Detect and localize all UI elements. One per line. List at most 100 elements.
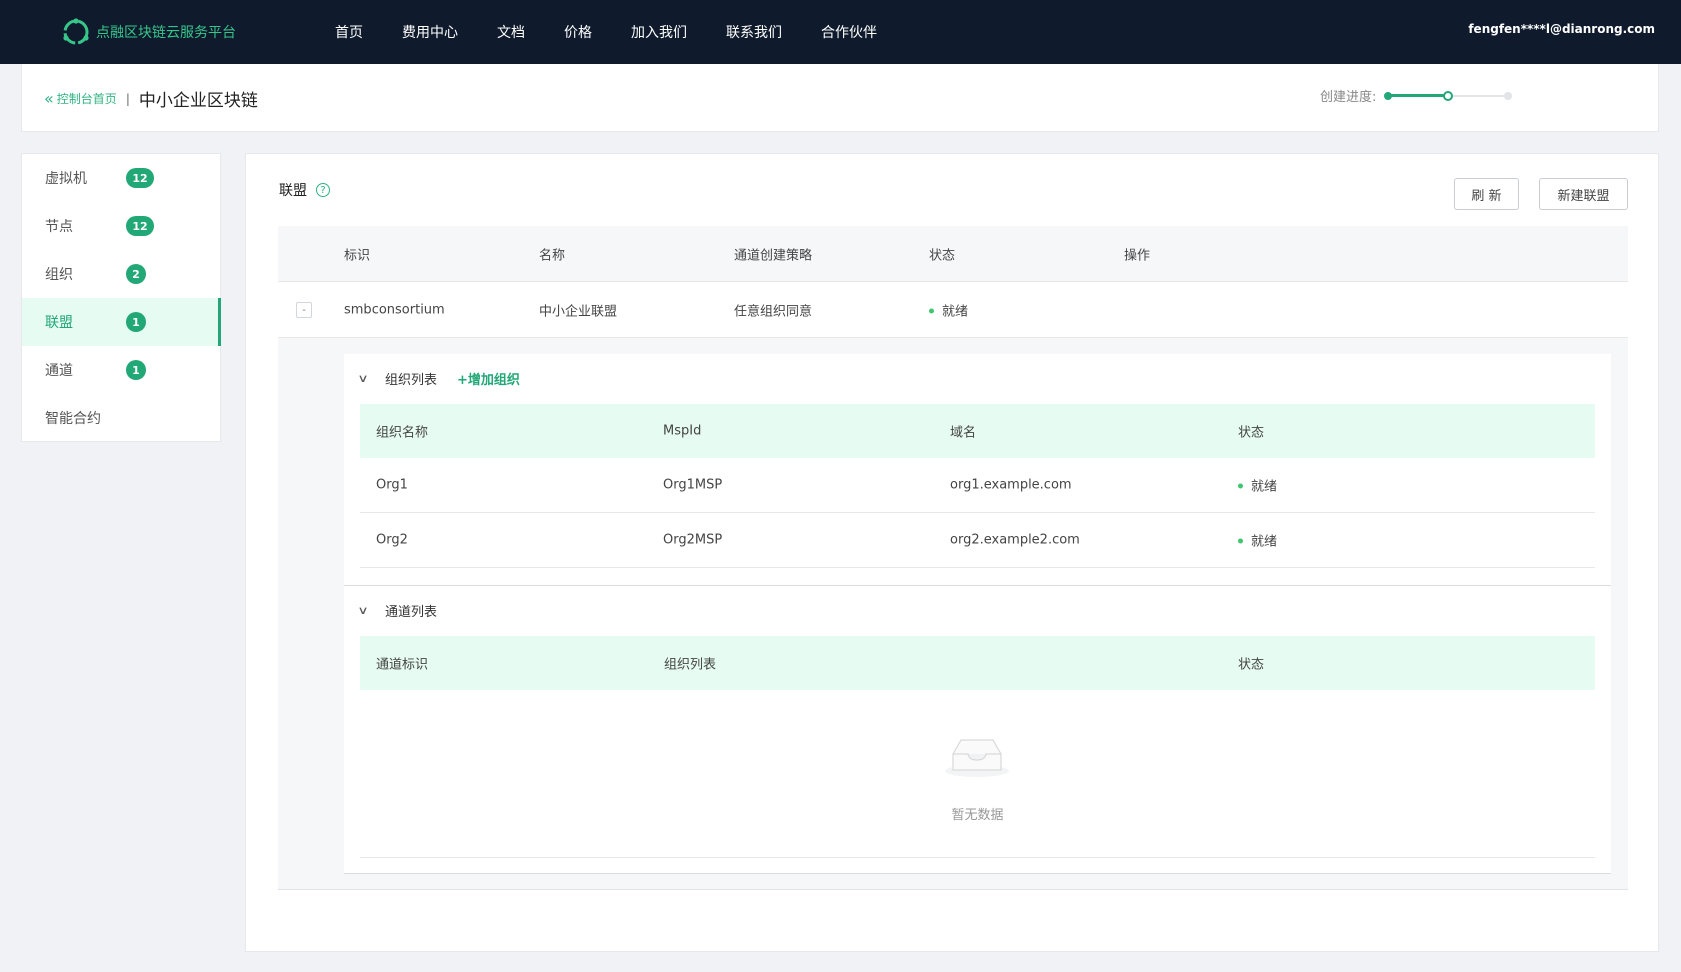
sidebar-item-vm[interactable]: 虚拟机 12 bbox=[22, 154, 220, 202]
progress-step-3 bbox=[1504, 91, 1513, 100]
header-status: 状态 bbox=[929, 248, 956, 263]
count-badge: 12 bbox=[126, 168, 154, 188]
nav-item-docs[interactable]: 文档 bbox=[497, 22, 525, 42]
org-name: Org2 bbox=[376, 532, 408, 548]
expanded-row-detail: ∨ 组织列表 +增加组织 组织名称 MspId 域名 状态 Org1 Org1M… bbox=[278, 338, 1628, 890]
channel-table-header: 通道标识 组织列表 状态 bbox=[360, 636, 1595, 690]
progress-label: 创建进度: bbox=[1320, 90, 1377, 105]
channel-list-title: 通道列表 bbox=[385, 604, 438, 620]
header-mspid: MspId bbox=[663, 423, 702, 439]
org-name: Org1 bbox=[376, 477, 408, 493]
table-row[interactable]: Org1 Org1MSP org1.example.com 就绪 bbox=[360, 458, 1595, 513]
new-consortium-button[interactable]: 新建联盟 bbox=[1539, 178, 1628, 210]
consortium-id: smbconsortium bbox=[344, 302, 445, 317]
progress-fill bbox=[1386, 93, 1449, 97]
nav-item-billing[interactable]: 费用中心 bbox=[402, 22, 458, 42]
org-list-panel: ∨ 组织列表 +增加组织 组织名称 MspId 域名 状态 Org1 Org1M… bbox=[344, 354, 1611, 586]
nav-item-home[interactable]: 首页 bbox=[335, 22, 363, 42]
sidebar-item-label: 智能合约 bbox=[45, 411, 101, 427]
channel-list-panel: ∨ 通道列表 通道标识 组织列表 状态 暂无数据 bbox=[344, 586, 1611, 874]
breadcrumb: « 控制台首页 | 中小企业区块链 bbox=[44, 86, 258, 111]
page-header: « 控制台首页 | 中小企业区块链 创建进度: bbox=[21, 64, 1659, 132]
section-title-text: 联盟 bbox=[279, 183, 307, 199]
status-text: 就绪 bbox=[1251, 479, 1278, 495]
org-table-header: 组织名称 MspId 域名 状态 bbox=[360, 404, 1595, 458]
chevron-down-icon[interactable]: ∨ bbox=[357, 372, 375, 385]
brand-name: 点融区块链云服务平台 bbox=[96, 25, 236, 41]
status-dot-icon bbox=[1238, 538, 1243, 544]
sidebar-item-label: 组织 bbox=[45, 267, 73, 283]
sidebar-item-nodes[interactable]: 节点 12 bbox=[22, 202, 220, 250]
main-nav: 首页 费用中心 文档 价格 加入我们 联系我们 合作伙伴 bbox=[335, 0, 877, 64]
header-org-status: 状态 bbox=[1238, 425, 1265, 441]
header-channel-orgs: 组织列表 bbox=[664, 657, 717, 673]
count-badge: 12 bbox=[126, 216, 154, 236]
status-dot-icon bbox=[1238, 483, 1243, 489]
section-title: 联盟 ? bbox=[279, 180, 330, 200]
sidebar-item-label: 通道 bbox=[45, 363, 73, 379]
creation-progress: 创建进度: bbox=[1320, 86, 1513, 105]
header-domain: 域名 bbox=[950, 425, 977, 441]
refresh-button[interactable]: 刷 新 bbox=[1454, 178, 1519, 210]
sidebar-item-consortium[interactable]: 联盟 1 bbox=[22, 298, 221, 346]
nav-item-pricing[interactable]: 价格 bbox=[564, 22, 592, 42]
nav-item-contact[interactable]: 联系我们 bbox=[726, 22, 782, 42]
chevron-down-icon[interactable]: ∨ bbox=[357, 604, 375, 617]
status-badge: 就绪 bbox=[1238, 476, 1277, 495]
sidebar-item-channels[interactable]: 通道 1 bbox=[22, 346, 220, 394]
empty-inbox-icon bbox=[945, 739, 1009, 777]
status-badge: 就绪 bbox=[1238, 531, 1277, 550]
org-domain: org2.example2.com bbox=[950, 532, 1080, 548]
org-msp: Org1MSP bbox=[663, 477, 723, 493]
progress-track bbox=[1384, 88, 1513, 104]
sidebar-item-smart-contracts[interactable]: 智能合约 bbox=[22, 394, 220, 442]
header-channel-id: 通道标识 bbox=[376, 657, 429, 673]
breadcrumb-separator: | bbox=[125, 91, 130, 106]
sidebar-item-label: 节点 bbox=[45, 219, 73, 235]
double-chevron-left-icon[interactable]: « bbox=[44, 90, 54, 107]
consortium-table-header: 标识 名称 通道创建策略 状态 操作 bbox=[278, 226, 1628, 282]
status-badge: 就绪 bbox=[929, 300, 968, 319]
nav-item-join-us[interactable]: 加入我们 bbox=[631, 22, 687, 42]
org-list-header[interactable]: ∨ 组织列表 +增加组织 bbox=[357, 354, 520, 402]
top-navbar: 点融区块链云服务平台 首页 费用中心 文档 价格 加入我们 联系我们 合作伙伴 … bbox=[0, 0, 1681, 64]
brand-logo[interactable]: 点融区块链云服务平台 bbox=[60, 16, 236, 48]
table-row[interactable]: - smbconsortium 中小企业联盟 任意组织同意 就绪 bbox=[278, 282, 1628, 338]
nav-item-partners[interactable]: 合作伙伴 bbox=[821, 22, 877, 42]
header-id: 标识 bbox=[344, 248, 371, 263]
header-policy: 通道创建策略 bbox=[734, 248, 813, 263]
count-badge: 2 bbox=[126, 264, 146, 284]
logo-ring-icon bbox=[63, 18, 89, 45]
consortium-policy: 任意组织同意 bbox=[734, 304, 813, 319]
count-badge: 1 bbox=[126, 312, 146, 332]
org-list-title: 组织列表 bbox=[385, 372, 438, 388]
collapse-row-icon[interactable]: - bbox=[296, 302, 312, 318]
empty-state: 暂无数据 bbox=[360, 690, 1595, 858]
status-text: 就绪 bbox=[942, 304, 969, 319]
sidebar-item-label: 虚拟机 bbox=[45, 171, 87, 187]
add-org-link[interactable]: +增加组织 bbox=[457, 369, 520, 388]
header-org-name: 组织名称 bbox=[376, 425, 429, 441]
status-text: 就绪 bbox=[1251, 534, 1278, 550]
user-email[interactable]: fengfen****l@dianrong.com bbox=[1468, 22, 1655, 36]
org-msp: Org2MSP bbox=[663, 532, 723, 548]
org-domain: org1.example.com bbox=[950, 477, 1072, 493]
consortium-name: 中小企业联盟 bbox=[539, 304, 618, 319]
sidebar-item-orgs[interactable]: 组织 2 bbox=[22, 250, 220, 298]
header-channel-status: 状态 bbox=[1238, 657, 1265, 673]
progress-step-1 bbox=[1384, 91, 1393, 100]
header-name: 名称 bbox=[539, 248, 566, 263]
count-badge: 1 bbox=[126, 360, 146, 380]
sidebar-item-label: 联盟 bbox=[45, 315, 73, 331]
table-row[interactable]: Org2 Org2MSP org2.example2.com 就绪 bbox=[360, 513, 1595, 568]
sidebar: 虚拟机 12 节点 12 组织 2 联盟 1 通道 1 智能合约 bbox=[21, 153, 221, 442]
help-icon[interactable]: ? bbox=[316, 183, 330, 197]
empty-text: 暂无数据 bbox=[951, 808, 1004, 823]
breadcrumb-home-link[interactable]: 控制台首页 bbox=[57, 90, 117, 107]
header-actions: 操作 bbox=[1124, 248, 1151, 263]
progress-step-current bbox=[1443, 90, 1454, 101]
status-dot-icon bbox=[929, 308, 934, 313]
page-title: 中小企业区块链 bbox=[138, 91, 258, 111]
channel-list-header[interactable]: ∨ 通道列表 bbox=[357, 586, 438, 634]
consortium-panel: 联盟 ? 刷 新 新建联盟 标识 名称 通道创建策略 状态 操作 - smbco… bbox=[245, 153, 1659, 952]
